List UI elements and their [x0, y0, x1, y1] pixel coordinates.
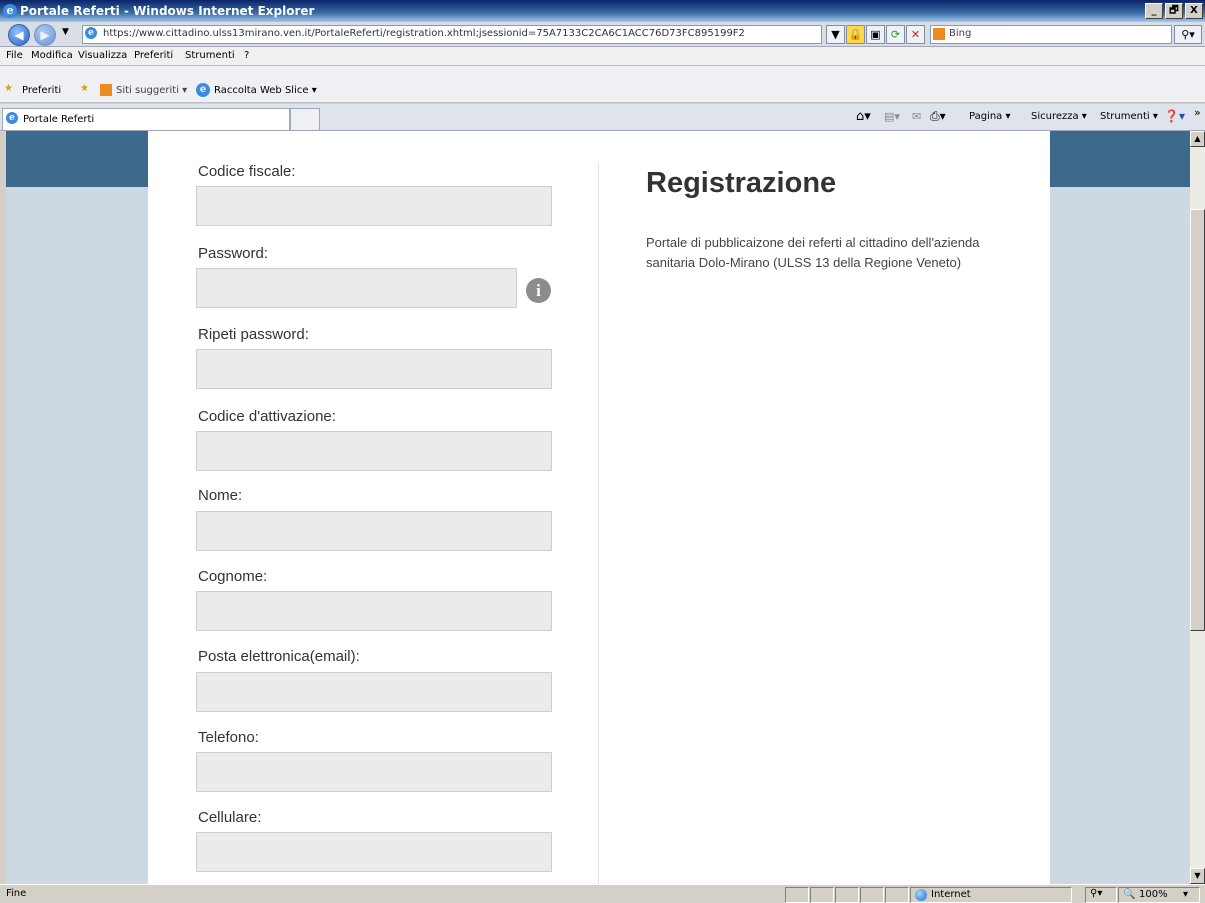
tab-bar: e Portale Referti ⌂▾ ▤▾ ✉ ⎙▾ Pagina ▾ Si… — [0, 104, 1205, 131]
zoom-icon: 🔍 — [1123, 889, 1136, 900]
input-email[interactable] — [196, 672, 552, 712]
page-title: Registrazione — [646, 167, 837, 199]
status-cell — [810, 887, 834, 903]
menu-strumenti[interactable]: Strumenti — [185, 50, 235, 61]
label-cellulare: Cellulare: — [198, 809, 262, 826]
ie-logo-icon: e — [3, 4, 17, 18]
input-password[interactable] — [196, 268, 517, 308]
recent-pages-dropdown-icon[interactable]: ▼ — [62, 27, 69, 37]
bing-logo-icon — [933, 28, 945, 40]
column-divider — [598, 163, 599, 884]
input-cellulare[interactable] — [196, 832, 552, 872]
label-nome: Nome: — [198, 487, 243, 504]
lock-icon[interactable]: 🔒 — [846, 25, 865, 44]
security-zone-label: Internet — [931, 889, 971, 900]
registration-card: Codice fiscale: Password: i Ripeti passw… — [148, 131, 1050, 884]
url-field[interactable]: e https://www.cittadino.ulss13mirano.ven… — [82, 25, 822, 44]
refresh-icon[interactable]: ⟳ — [886, 25, 905, 44]
scroll-thumb[interactable] — [1190, 209, 1205, 631]
input-nome[interactable] — [196, 511, 552, 551]
new-tab-button[interactable] — [290, 108, 320, 131]
webslice-icon: e — [196, 83, 210, 97]
status-bar: Fine Internet ⚲▾ 🔍 100% ▾ — [0, 884, 1205, 903]
window-title: Portale Referti - Windows Internet Explo… — [20, 4, 315, 18]
zoom-dropdown-icon: ▾ — [1183, 889, 1189, 900]
feeds-icon[interactable]: ▤▾ — [884, 110, 900, 123]
label-codice-fiscale: Codice fiscale: — [198, 163, 296, 180]
page-viewport: Codice fiscale: Password: i Ripeti passw… — [6, 131, 1190, 884]
security-zone[interactable]: Internet — [910, 887, 1072, 903]
menu-file[interactable]: File — [6, 50, 23, 61]
menu-visualizza[interactable]: Visualizza — [78, 50, 127, 61]
stop-icon[interactable]: ✕ — [906, 25, 925, 44]
label-telefono: Telefono: — [198, 729, 259, 746]
zoom-control[interactable]: 🔍 100% ▾ — [1118, 887, 1200, 903]
favorites-bar: ★ Preferiti ★ Siti suggeriti ▾ e Raccolt… — [0, 80, 1205, 103]
label-cognome: Cognome: — [198, 568, 268, 585]
status-cell — [860, 887, 884, 903]
status-cell — [885, 887, 909, 903]
vertical-scrollbar[interactable]: ▲ ▼ — [1190, 131, 1205, 884]
status-cell — [835, 887, 859, 903]
menu-help[interactable]: ? — [244, 50, 249, 61]
info-icon[interactable]: i — [526, 278, 551, 303]
home-icon[interactable]: ⌂▾ — [856, 109, 871, 124]
input-codice-attivazione[interactable] — [196, 431, 552, 471]
internet-zone-icon — [915, 889, 927, 901]
scroll-down-button[interactable]: ▼ — [1190, 868, 1205, 884]
zoom-level: 100% — [1139, 889, 1168, 900]
search-field[interactable]: Bing — [930, 25, 1172, 44]
search-button[interactable]: ⚲▾ — [1174, 25, 1202, 44]
protected-mode-icon[interactable]: ⚲▾ — [1085, 887, 1117, 903]
tab-portale-referti[interactable]: e Portale Referti — [2, 108, 290, 130]
menu-preferiti[interactable]: Preferiti — [134, 50, 173, 61]
compatibility-view-icon[interactable]: ▣ — [866, 25, 885, 44]
input-telefono[interactable] — [196, 752, 552, 792]
close-button[interactable]: X — [1185, 3, 1203, 19]
input-ripeti-password[interactable] — [196, 349, 552, 389]
menu-bar: File Modifica Visualizza Preferiti Strum… — [0, 47, 1205, 66]
menu-modifica[interactable]: Modifica — [31, 50, 73, 61]
tools-menu[interactable]: Strumenti ▾ — [1100, 111, 1158, 122]
input-cognome[interactable] — [196, 591, 552, 631]
page-icon: e — [85, 27, 97, 39]
mail-icon[interactable]: ✉ — [912, 110, 921, 123]
favorites-star-icon: ★ — [4, 83, 13, 94]
search-placeholder: Bing — [949, 28, 972, 39]
back-button[interactable]: ◀ — [8, 24, 30, 46]
address-bar: ◀ ▶ ▼ e https://www.cittadino.ulss13mira… — [0, 22, 1205, 47]
tab-label: Portale Referti — [23, 114, 95, 125]
minimize-button[interactable]: _ — [1145, 3, 1163, 19]
suggested-sites-icon — [100, 84, 112, 96]
status-text: Fine — [6, 888, 27, 899]
more-commands-icon[interactable]: » — [1194, 106, 1201, 119]
tab-ie-icon: e — [6, 112, 18, 124]
page-menu[interactable]: Pagina ▾ — [969, 111, 1011, 122]
forward-button[interactable]: ▶ — [34, 24, 56, 46]
label-password: Password: — [198, 245, 269, 262]
label-codice-attivazione: Codice d'attivazione: — [198, 408, 336, 425]
help-icon[interactable]: ❓▾ — [1164, 109, 1185, 123]
input-codice-fiscale[interactable] — [196, 186, 552, 226]
security-menu[interactable]: Sicurezza ▾ — [1031, 111, 1087, 122]
url-text: https://www.cittadino.ulss13mirano.ven.i… — [103, 28, 745, 39]
page-description: Portale di pubblicaizone dei referti al … — [646, 235, 980, 270]
favorites-button[interactable]: Preferiti — [22, 85, 61, 96]
label-email: Posta elettronica(email): — [198, 648, 360, 665]
window-title-bar: e Portale Referti - Windows Internet Exp… — [0, 0, 1205, 22]
webslice-gallery-link[interactable]: Raccolta Web Slice ▾ — [214, 85, 317, 96]
suggested-sites-link[interactable]: Siti suggeriti ▾ — [116, 85, 187, 96]
maximize-button[interactable]: 🗗 — [1165, 3, 1183, 19]
print-icon[interactable]: ⎙▾ — [930, 109, 946, 124]
label-ripeti-password: Ripeti password: — [198, 326, 309, 343]
scroll-up-button[interactable]: ▲ — [1190, 131, 1205, 147]
add-favorites-icon[interactable]: ★ — [80, 83, 89, 94]
status-cell — [785, 887, 809, 903]
url-dropdown-button[interactable]: ▼ — [826, 25, 845, 44]
